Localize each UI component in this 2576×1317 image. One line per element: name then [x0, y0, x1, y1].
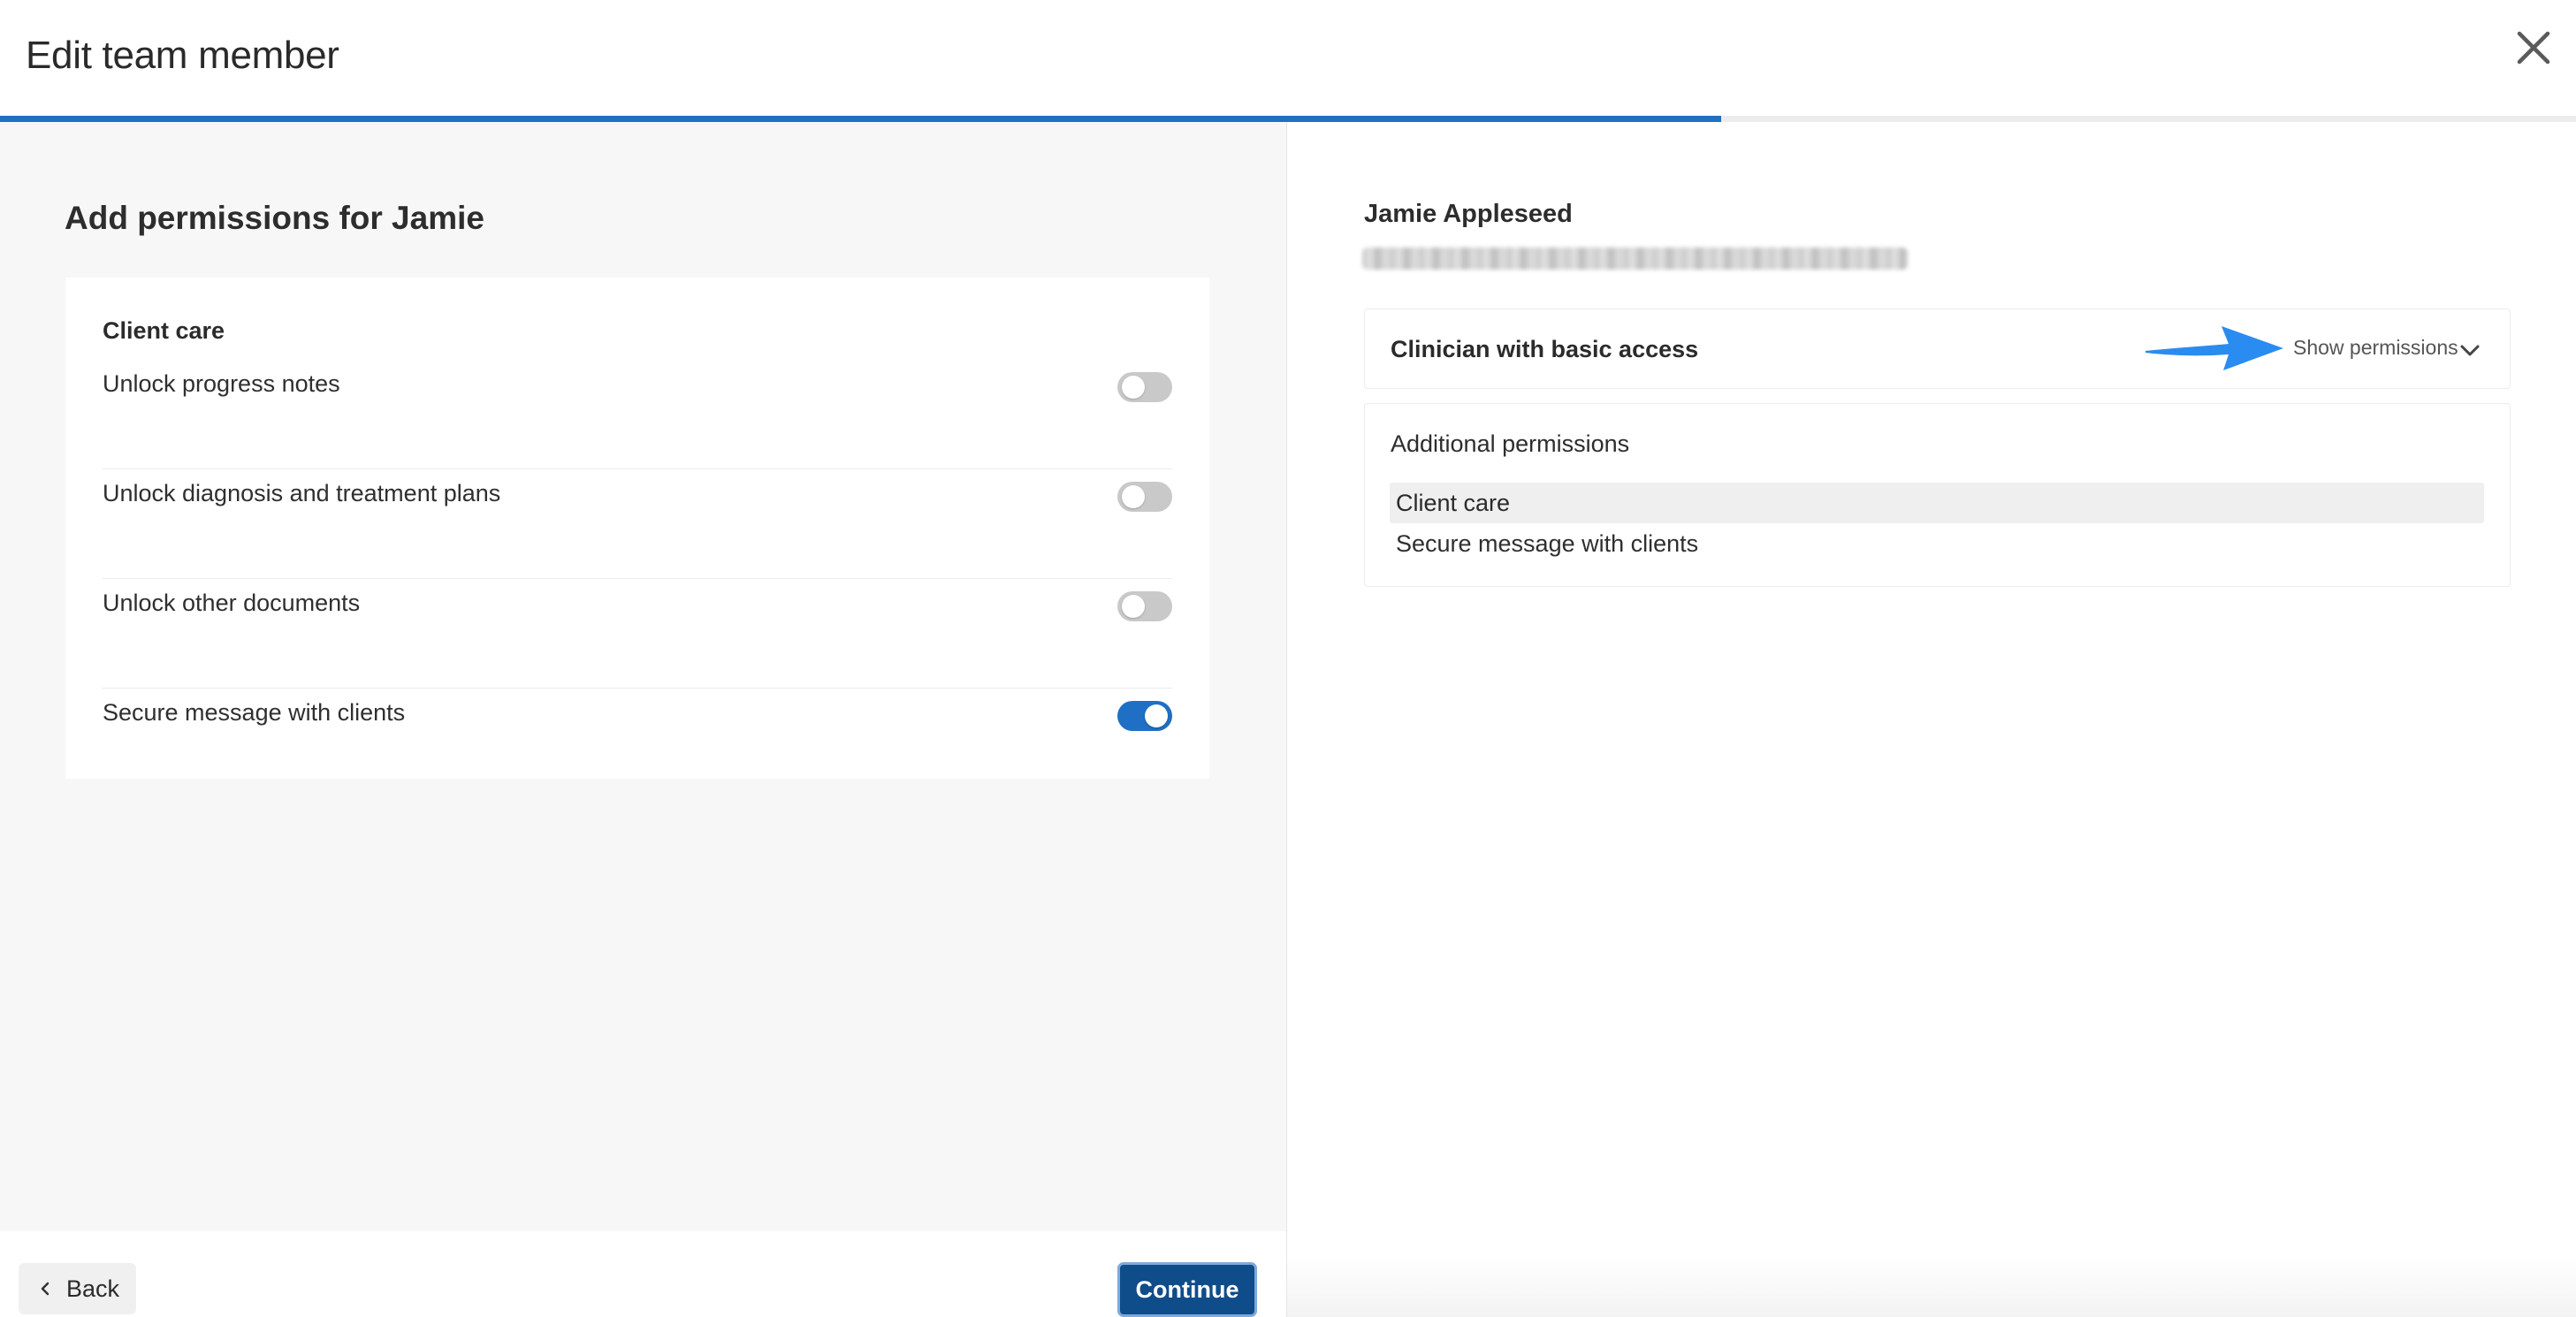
additional-permissions-card: Additional permissions Client care Secur…: [1364, 403, 2511, 587]
permission-row-unlock-diagnosis: Unlock diagnosis and treatment plans: [103, 469, 1172, 579]
toggle-unlock-progress-notes[interactable]: [1117, 372, 1172, 402]
permission-row-secure-message: Secure message with clients: [103, 689, 1172, 798]
modal-title: Edit team member: [26, 34, 339, 77]
permission-label: Unlock diagnosis and treatment plans: [103, 480, 501, 506]
section-title-client-care: Client care: [103, 317, 225, 344]
progress-track: [0, 116, 2576, 122]
modal-footer: Back Continue: [0, 1231, 1286, 1317]
permission-label: Secure message with clients: [103, 699, 406, 726]
role-card: Clinician with basic access Show permiss…: [1364, 308, 2511, 389]
show-permissions-link[interactable]: Show permissions: [2293, 336, 2458, 360]
chevron-left-icon: [41, 1282, 50, 1296]
bottom-shade: [1287, 1255, 2576, 1317]
modal-header: Edit team member: [0, 0, 2576, 117]
close-icon: [2517, 31, 2550, 65]
close-button[interactable]: [2507, 21, 2560, 74]
toggle-unlock-other-documents[interactable]: [1117, 591, 1172, 621]
panel-divider: [1286, 122, 1287, 1317]
additional-permission-item: Secure message with clients: [1396, 530, 1699, 557]
permissions-heading: Add permissions for Jamie: [65, 200, 484, 236]
permissions-card: Client care Unlock progress notes Unlock…: [65, 278, 1209, 779]
role-label: Clinician with basic access: [1391, 336, 1699, 362]
member-name: Jamie Appleseed: [1364, 200, 1573, 228]
progress-fill: [0, 116, 1721, 122]
toggle-knob: [1122, 595, 1145, 618]
permissions-panel: Add permissions for Jamie Client care Un…: [0, 122, 1286, 1231]
additional-permissions-group: Client care: [1390, 483, 2484, 523]
chevron-down-icon[interactable]: [2459, 343, 2481, 359]
permission-row-unlock-progress-notes: Unlock progress notes: [103, 360, 1172, 469]
back-button[interactable]: Back: [19, 1263, 136, 1314]
permission-label: Unlock other documents: [103, 590, 361, 616]
toggle-secure-message[interactable]: [1117, 701, 1172, 731]
redacted-email: [1362, 247, 1908, 270]
toggle-unlock-diagnosis[interactable]: [1117, 482, 1172, 512]
continue-button[interactable]: Continue: [1117, 1262, 1257, 1317]
permission-row-unlock-other-documents: Unlock other documents: [103, 579, 1172, 689]
arrow-annotation-icon: [2145, 326, 2283, 370]
back-label: Back: [66, 1275, 120, 1302]
toggle-knob: [1122, 485, 1145, 508]
toggle-knob: [1145, 704, 1168, 727]
toggle-knob: [1122, 376, 1145, 399]
group-label: Client care: [1396, 490, 1511, 516]
additional-permissions-title: Additional permissions: [1391, 430, 1630, 457]
permission-label: Unlock progress notes: [103, 370, 340, 397]
